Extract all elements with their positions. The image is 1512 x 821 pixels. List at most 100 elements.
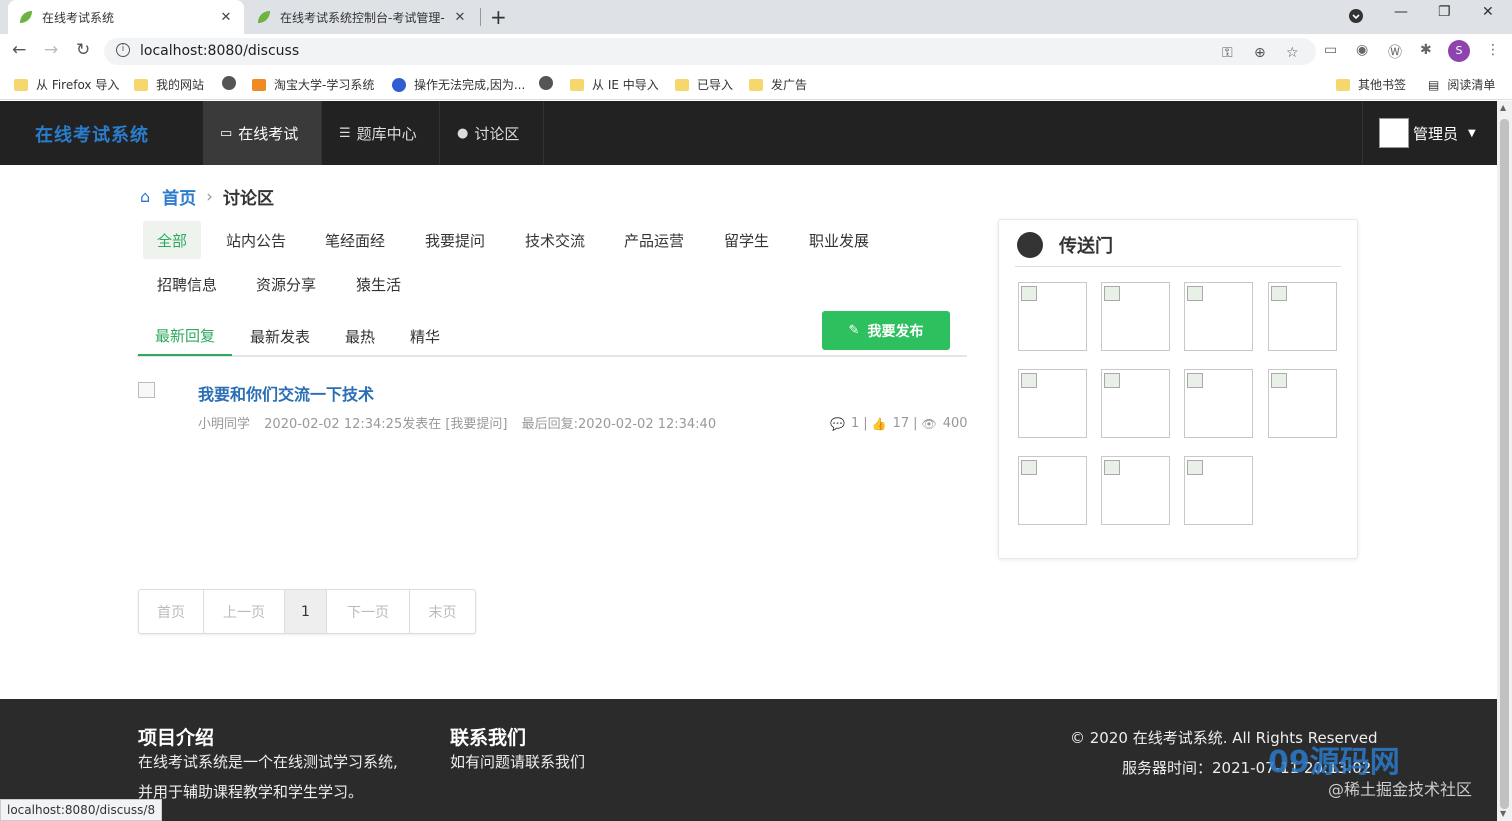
url-text[interactable]: localhost:8080/discuss [140, 43, 299, 59]
bookmark-item[interactable]: 操作无法完成,因为... [392, 76, 525, 93]
tab-title: 在线考试系统控制台-考试管理- [280, 10, 445, 25]
portal-link-tile[interactable] [1018, 369, 1087, 438]
category-resources[interactable]: 资源分享 [242, 265, 330, 303]
window-close-icon[interactable]: ✕ [1482, 4, 1494, 20]
breadcrumb-home[interactable]: 首页 [162, 184, 196, 209]
category-announcement[interactable]: 站内公告 [212, 221, 300, 259]
site-brand[interactable]: 在线考试系统 [35, 121, 149, 147]
page-first[interactable]: 首页 [139, 590, 204, 633]
globe-icon [539, 76, 553, 90]
portal-link-tile[interactable] [1018, 456, 1087, 525]
globe-icon [222, 76, 236, 90]
bookmark-item[interactable]: 发广告 [749, 76, 807, 93]
address-bar[interactable]: i localhost:8080/discuss ⚿ ⊕ ☆ [104, 38, 1316, 65]
scroll-down-icon[interactable]: ▼ [1500, 809, 1506, 818]
folder-icon [14, 78, 28, 91]
folder-icon [570, 78, 584, 91]
portal-link-tile[interactable] [1184, 456, 1253, 525]
new-tab-button[interactable]: + [490, 5, 507, 29]
back-icon[interactable]: ← [12, 40, 26, 60]
page-current[interactable]: 1 [285, 590, 327, 633]
folder-icon [675, 78, 689, 91]
nav-question-bank[interactable]: ☰ 题库中心 [322, 101, 440, 165]
sort-latest-post[interactable]: 最新发表 [233, 316, 327, 356]
minimize-icon[interactable]: — [1394, 4, 1408, 20]
footer-intro-line1: 在线考试系统是一个在线测试学习系统, [138, 753, 398, 771]
nav-online-exam[interactable]: ▭ 在线考试 [203, 101, 322, 165]
publish-button[interactable]: ✎ 我要发布 [822, 311, 950, 350]
page-next[interactable]: 下一页 [327, 590, 410, 633]
sort-featured[interactable]: 精华 [393, 316, 457, 356]
portal-link-tile[interactable] [1184, 282, 1253, 351]
bookmark-item[interactable]: 已导入 [675, 76, 733, 93]
category-career[interactable]: 职业发展 [795, 221, 883, 259]
category-overseas[interactable]: 留学生 [710, 221, 783, 259]
site-navbar: 在线考试系统 ▭ 在线考试 ☰ 题库中心 ● 讨论区 管理员 ▼ [0, 101, 1497, 165]
reload-icon[interactable]: ↻ [76, 40, 90, 60]
watermark-logo: 09源码网 [1268, 745, 1400, 780]
category-jobs[interactable]: 招聘信息 [143, 265, 231, 303]
browser-tab[interactable]: 在线考试系统控制台-考试管理- ✕ [248, 0, 476, 34]
cast-icon[interactable]: ▭ [1324, 42, 1337, 58]
page-last[interactable]: 末页 [410, 590, 475, 633]
category-life[interactable]: 猿生活 [342, 265, 415, 303]
bookmark-item[interactable] [539, 76, 561, 90]
bookmark-item[interactable]: 从 Firefox 导入 [14, 76, 119, 93]
breadcrumb-current: 讨论区 [222, 189, 274, 209]
post-stats: 💬 1 | 👍 17 | 👁 400 [830, 416, 968, 431]
category-tech[interactable]: 技术交流 [511, 221, 599, 259]
bookmark-item[interactable]: 从 IE 中导入 [570, 76, 659, 93]
key-icon[interactable]: ⚿ [1222, 45, 1233, 61]
nav-discuss[interactable]: ● 讨论区 [440, 101, 544, 165]
bookmark-item[interactable]: 淘宝大学-学习系统 [252, 76, 374, 93]
category-product[interactable]: 产品运营 [610, 221, 698, 259]
scroll-up-icon[interactable]: ▲ [1500, 103, 1506, 112]
zoom-icon[interactable]: ⊕ [1254, 45, 1266, 61]
forward-icon[interactable]: → [44, 40, 58, 60]
category-interview[interactable]: 笔经面经 [311, 221, 399, 259]
sort-latest-reply[interactable]: 最新回复 [138, 316, 233, 356]
bookmark-item[interactable]: 我的网站 [134, 76, 204, 93]
post-title[interactable]: 我要和你们交流一下技术 [198, 381, 374, 405]
profile-avatar[interactable]: S [1448, 40, 1470, 62]
category-all[interactable]: 全部 [143, 221, 202, 259]
close-tab-icon[interactable]: ✕ [218, 10, 234, 25]
user-menu[interactable]: 管理员 ▼ [1362, 101, 1497, 165]
chevron-right-icon: › [206, 186, 213, 207]
post-meta: 小明同学 2020-02-02 12:34:25发表在 [我要提问] 最后回复:… [198, 413, 726, 432]
tab-search-icon[interactable] [1348, 8, 1364, 28]
portal-link-tile[interactable] [1101, 369, 1170, 438]
portal-link-tile[interactable] [1101, 282, 1170, 351]
portal-link-tile[interactable] [1268, 369, 1337, 438]
portal-link-tile[interactable] [1018, 282, 1087, 351]
bookmarks-bar: 从 Firefox 导入 我的网站 淘宝大学-学习系统 操作无法完成,因为...… [0, 68, 1512, 100]
bookmark-item[interactable] [222, 76, 244, 90]
menu-dots-icon[interactable]: ⋮ [1486, 42, 1500, 58]
sort-hottest[interactable]: 最热 [328, 316, 392, 356]
close-tab-icon[interactable]: ✕ [452, 10, 468, 25]
page-prev[interactable]: 上一页 [204, 590, 285, 633]
post-avatar[interactable] [138, 382, 155, 398]
portal-link-tile[interactable] [1101, 456, 1170, 525]
page-scrollbar[interactable]: ▲ ▼ [1497, 101, 1512, 821]
folder-icon [749, 78, 763, 91]
extensions-icon[interactable]: ✱ [1420, 42, 1432, 58]
thumbs-up-icon: 👍 [871, 416, 887, 431]
camera-icon[interactable]: ◉ [1356, 42, 1368, 58]
site-info-icon[interactable]: i [116, 43, 130, 57]
footer-contact-text[interactable]: 如有问题请联系我们 [450, 751, 585, 772]
restore-icon[interactable]: ❐ [1438, 4, 1451, 20]
scroll-thumb[interactable] [1500, 119, 1509, 809]
browser-tab-active[interactable]: 在线考试系统 ✕ [8, 0, 244, 34]
reading-list[interactable]: ▤ 阅读清单 [1428, 76, 1495, 93]
portal-link-tile[interactable] [1268, 282, 1337, 351]
w-extension-icon[interactable]: Ⓦ [1388, 42, 1402, 62]
other-bookmarks[interactable]: 其他书签 [1336, 76, 1406, 93]
post-author[interactable]: 小明同学 [198, 417, 250, 432]
eye-icon: 👁 [921, 416, 937, 431]
bookmark-star-icon[interactable]: ☆ [1286, 45, 1299, 61]
portal-link-tile[interactable] [1184, 369, 1253, 438]
comment-icon: ● [457, 125, 469, 141]
post-last-reply: 最后回复:2020-02-02 12:34:40 [521, 417, 717, 432]
category-question[interactable]: 我要提问 [411, 221, 499, 259]
